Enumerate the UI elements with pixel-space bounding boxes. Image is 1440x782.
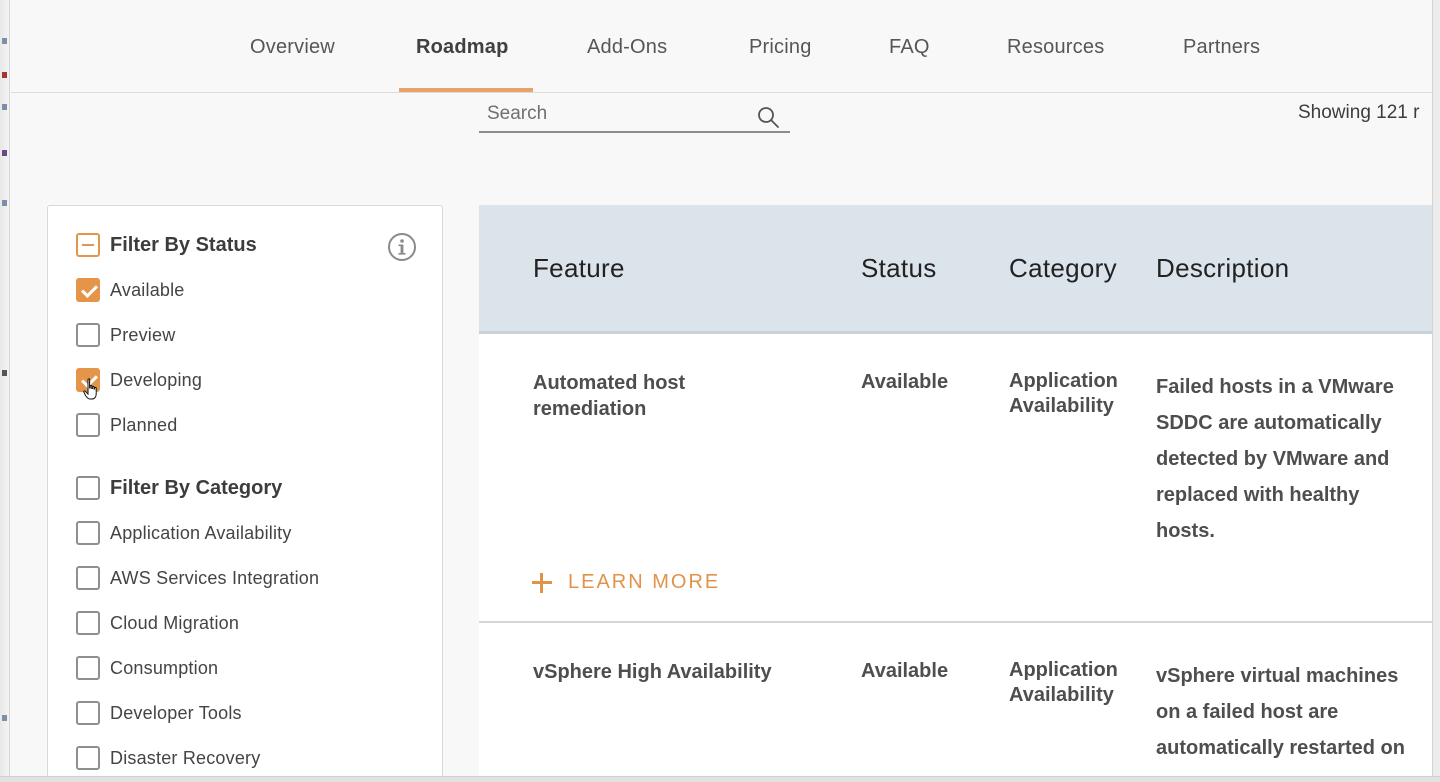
category-option-disaster-recovery[interactable]: Disaster Recovery: [76, 746, 260, 770]
category-line: Availability: [1009, 684, 1114, 706]
top-nav: Overview Roadmap Add-Ons Pricing FAQ Res…: [11, 0, 1432, 93]
checkbox[interactable]: [76, 368, 100, 392]
category-filter-toggle[interactable]: [76, 476, 100, 500]
roadmap-table: Feature Status Category Description Auto…: [479, 205, 1433, 782]
search-input[interactable]: [487, 100, 747, 128]
option-label: Preview: [110, 324, 176, 345]
search-box: [479, 100, 790, 133]
option-label: Developing: [110, 369, 203, 390]
results-count: Showing 121 r: [1298, 102, 1420, 123]
category-option-developer-tools[interactable]: Developer Tools: [76, 701, 242, 725]
window-edge: [0, 0, 10, 782]
checkbox[interactable]: [76, 413, 100, 437]
description-line: automatically restarted on: [1156, 737, 1405, 759]
status-filter-header[interactable]: Filter By Status: [76, 233, 257, 257]
category-filter-heading: Filter By Category: [110, 476, 283, 499]
column-header-description[interactable]: Description: [1156, 253, 1289, 284]
nav-roadmap[interactable]: Roadmap: [416, 36, 509, 59]
feature-category: Application Availability: [1009, 369, 1139, 419]
option-label: Application Availability: [110, 522, 292, 543]
option-label: Developer Tools: [110, 702, 242, 723]
option-label: Planned: [110, 414, 178, 435]
description-line: vSphere virtual machines: [1156, 665, 1399, 687]
checkbox[interactable]: [76, 746, 100, 770]
checkbox[interactable]: [76, 611, 100, 635]
feature-description: vSphere virtual machines on a failed hos…: [1156, 658, 1426, 766]
filter-panel: Filter By Status Available Preview Devel…: [47, 205, 443, 782]
option-label: Consumption: [110, 657, 219, 678]
status-filter-toggle[interactable]: [76, 233, 100, 257]
checkbox[interactable]: [76, 656, 100, 680]
row-divider: [479, 621, 1433, 623]
description-line: Failed hosts in a VMware: [1156, 376, 1394, 398]
feature-name-line: Automated host: [533, 372, 686, 394]
checkbox[interactable]: [76, 701, 100, 725]
category-filter-header[interactable]: Filter By Category: [76, 476, 282, 500]
nav-overview[interactable]: Overview: [250, 36, 335, 59]
nav-add-ons[interactable]: Add-Ons: [587, 36, 667, 59]
feature-name-line: remediation: [533, 398, 647, 420]
checkbox[interactable]: [76, 521, 100, 545]
category-option-aws-services-integration[interactable]: AWS Services Integration: [76, 566, 319, 590]
feature-status: Available: [861, 371, 949, 393]
feature-name: Automated host remediation: [533, 370, 833, 422]
feature-category: Application Availability: [1009, 658, 1139, 708]
category-line: Application: [1009, 370, 1118, 392]
category-option-consumption[interactable]: Consumption: [76, 656, 218, 680]
checkbox[interactable]: [76, 323, 100, 347]
feature-status: Available: [861, 660, 949, 682]
window-frame-bottom: [0, 776, 1440, 782]
column-header-status[interactable]: Status: [861, 253, 937, 284]
plus-icon: [532, 572, 552, 593]
table-header: Feature Status Category Description: [479, 205, 1433, 334]
description-line: replaced with healthy: [1156, 484, 1360, 506]
status-option-planned[interactable]: Planned: [76, 413, 177, 437]
checkbox[interactable]: [76, 278, 100, 302]
status-option-available[interactable]: Available: [76, 278, 185, 302]
category-option-cloud-migration[interactable]: Cloud Migration: [76, 611, 239, 635]
status-option-preview[interactable]: Preview: [76, 323, 175, 347]
category-line: Availability: [1009, 395, 1114, 417]
option-label: Available: [110, 279, 185, 300]
description-line: hosts.: [1156, 520, 1215, 542]
nav-partners[interactable]: Partners: [1183, 36, 1260, 59]
description-line: detected by VMware and: [1156, 448, 1390, 470]
active-tab-indicator: [399, 88, 533, 92]
option-label: Disaster Recovery: [110, 747, 261, 768]
feature-description: Failed hosts in a VMware SDDC are automa…: [1156, 369, 1426, 549]
description-line: SDDC are automatically: [1156, 412, 1382, 434]
description-line: on a failed host are: [1156, 701, 1339, 723]
option-label: AWS Services Integration: [110, 567, 320, 588]
status-filter-heading: Filter By Status: [110, 233, 257, 256]
nav-pricing[interactable]: Pricing: [749, 36, 812, 59]
search-icon[interactable]: [756, 105, 780, 129]
nav-resources[interactable]: Resources: [1007, 36, 1104, 59]
learn-more-button[interactable]: LEARN MORE: [532, 571, 720, 594]
nav-faq[interactable]: FAQ: [889, 36, 930, 59]
status-option-developing[interactable]: Developing: [76, 368, 202, 392]
column-header-feature[interactable]: Feature: [533, 253, 625, 284]
feature-name: vSphere High Availability: [533, 661, 772, 683]
category-option-application-availability[interactable]: Application Availability: [76, 521, 292, 545]
column-header-category[interactable]: Category: [1009, 253, 1117, 284]
window-frame-right: [1432, 0, 1440, 782]
info-icon[interactable]: [387, 232, 417, 262]
category-line: Application: [1009, 659, 1118, 681]
learn-more-label: LEARN MORE: [568, 571, 721, 593]
option-label: Cloud Migration: [110, 612, 240, 633]
checkbox[interactable]: [76, 566, 100, 590]
